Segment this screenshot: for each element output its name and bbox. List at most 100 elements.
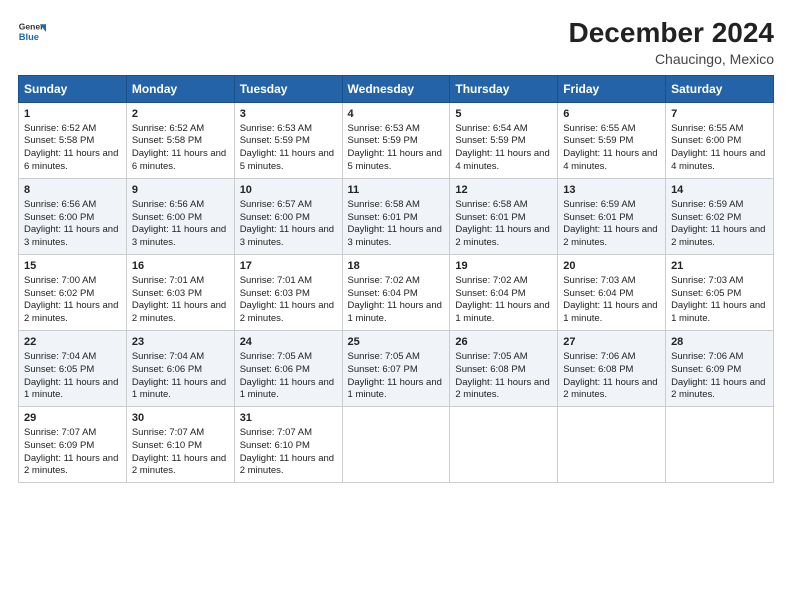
sunrise-text: Sunrise: 6:58 AM bbox=[348, 199, 445, 212]
sunrise-text: Sunrise: 7:06 AM bbox=[563, 351, 660, 364]
sunrise-text: Sunrise: 6:54 AM bbox=[455, 123, 552, 136]
daylight-text: Daylight: 11 hours and 4 minutes. bbox=[563, 148, 660, 174]
daylight-text: Daylight: 11 hours and 1 minute. bbox=[132, 377, 229, 403]
daylight-text: Daylight: 11 hours and 1 minute. bbox=[24, 377, 121, 403]
sunset-text: Sunset: 6:04 PM bbox=[563, 288, 660, 301]
header: General Blue December 2024 Chaucingo, Me… bbox=[18, 18, 774, 67]
daylight-text: Daylight: 11 hours and 4 minutes. bbox=[455, 148, 552, 174]
day-number: 12 bbox=[455, 183, 552, 198]
sunset-text: Sunset: 6:00 PM bbox=[132, 212, 229, 225]
week-row-2: 8Sunrise: 6:56 AMSunset: 6:00 PMDaylight… bbox=[19, 178, 774, 254]
sunset-text: Sunset: 6:10 PM bbox=[240, 440, 337, 453]
sunrise-text: Sunrise: 6:53 AM bbox=[348, 123, 445, 136]
day-number: 30 bbox=[132, 411, 229, 426]
sunset-text: Sunset: 5:59 PM bbox=[563, 135, 660, 148]
daylight-text: Daylight: 11 hours and 2 minutes. bbox=[24, 453, 121, 479]
week-row-5: 29Sunrise: 7:07 AMSunset: 6:09 PMDayligh… bbox=[19, 407, 774, 483]
sunset-text: Sunset: 6:04 PM bbox=[348, 288, 445, 301]
sunrise-text: Sunrise: 7:02 AM bbox=[348, 275, 445, 288]
daylight-text: Daylight: 11 hours and 6 minutes. bbox=[132, 148, 229, 174]
sunset-text: Sunset: 6:00 PM bbox=[671, 135, 768, 148]
calendar-cell: 5Sunrise: 6:54 AMSunset: 5:59 PMDaylight… bbox=[450, 102, 558, 178]
daylight-text: Daylight: 11 hours and 2 minutes. bbox=[240, 453, 337, 479]
daylight-text: Daylight: 11 hours and 5 minutes. bbox=[240, 148, 337, 174]
sunrise-text: Sunrise: 7:04 AM bbox=[24, 351, 121, 364]
sunset-text: Sunset: 6:07 PM bbox=[348, 364, 445, 377]
sunrise-text: Sunrise: 7:05 AM bbox=[455, 351, 552, 364]
daylight-text: Daylight: 11 hours and 6 minutes. bbox=[24, 148, 121, 174]
calendar-cell: 29Sunrise: 7:07 AMSunset: 6:09 PMDayligh… bbox=[19, 407, 127, 483]
sunrise-text: Sunrise: 6:58 AM bbox=[455, 199, 552, 212]
day-number: 3 bbox=[240, 107, 337, 122]
calendar-cell: 28Sunrise: 7:06 AMSunset: 6:09 PMDayligh… bbox=[666, 331, 774, 407]
sunrise-text: Sunrise: 7:04 AM bbox=[132, 351, 229, 364]
sunset-text: Sunset: 6:03 PM bbox=[132, 288, 229, 301]
col-thursday: Thursday bbox=[450, 75, 558, 102]
daylight-text: Daylight: 11 hours and 1 minute. bbox=[563, 300, 660, 326]
day-number: 16 bbox=[132, 259, 229, 274]
sunrise-text: Sunrise: 6:55 AM bbox=[671, 123, 768, 136]
sunset-text: Sunset: 6:09 PM bbox=[671, 364, 768, 377]
calendar-cell: 18Sunrise: 7:02 AMSunset: 6:04 PMDayligh… bbox=[342, 254, 450, 330]
day-number: 21 bbox=[671, 259, 768, 274]
calendar-cell: 6Sunrise: 6:55 AMSunset: 5:59 PMDaylight… bbox=[558, 102, 666, 178]
daylight-text: Daylight: 11 hours and 4 minutes. bbox=[671, 148, 768, 174]
day-number: 26 bbox=[455, 335, 552, 350]
daylight-text: Daylight: 11 hours and 2 minutes. bbox=[455, 377, 552, 403]
calendar-cell: 24Sunrise: 7:05 AMSunset: 6:06 PMDayligh… bbox=[234, 331, 342, 407]
daylight-text: Daylight: 11 hours and 2 minutes. bbox=[563, 224, 660, 250]
sunset-text: Sunset: 6:08 PM bbox=[563, 364, 660, 377]
col-wednesday: Wednesday bbox=[342, 75, 450, 102]
calendar-cell: 19Sunrise: 7:02 AMSunset: 6:04 PMDayligh… bbox=[450, 254, 558, 330]
sunrise-text: Sunrise: 6:55 AM bbox=[563, 123, 660, 136]
sunrise-text: Sunrise: 7:01 AM bbox=[132, 275, 229, 288]
day-number: 15 bbox=[24, 259, 121, 274]
daylight-text: Daylight: 11 hours and 5 minutes. bbox=[348, 148, 445, 174]
sunset-text: Sunset: 6:10 PM bbox=[132, 440, 229, 453]
sunrise-text: Sunrise: 7:05 AM bbox=[240, 351, 337, 364]
logo-icon: General Blue bbox=[18, 18, 46, 46]
sunset-text: Sunset: 6:00 PM bbox=[240, 212, 337, 225]
calendar-cell: 11Sunrise: 6:58 AMSunset: 6:01 PMDayligh… bbox=[342, 178, 450, 254]
day-number: 11 bbox=[348, 183, 445, 198]
sunset-text: Sunset: 6:02 PM bbox=[671, 212, 768, 225]
sunrise-text: Sunrise: 7:06 AM bbox=[671, 351, 768, 364]
sunset-text: Sunset: 5:58 PM bbox=[24, 135, 121, 148]
daylight-text: Daylight: 11 hours and 2 minutes. bbox=[455, 224, 552, 250]
sunset-text: Sunset: 6:05 PM bbox=[671, 288, 768, 301]
svg-text:Blue: Blue bbox=[19, 32, 39, 42]
page-container: General Blue December 2024 Chaucingo, Me… bbox=[0, 0, 792, 493]
day-number: 7 bbox=[671, 107, 768, 122]
col-monday: Monday bbox=[126, 75, 234, 102]
day-number: 31 bbox=[240, 411, 337, 426]
daylight-text: Daylight: 11 hours and 2 minutes. bbox=[563, 377, 660, 403]
calendar-cell: 31Sunrise: 7:07 AMSunset: 6:10 PMDayligh… bbox=[234, 407, 342, 483]
header-row: Sunday Monday Tuesday Wednesday Thursday… bbox=[19, 75, 774, 102]
sunrise-text: Sunrise: 7:00 AM bbox=[24, 275, 121, 288]
sunset-text: Sunset: 6:02 PM bbox=[24, 288, 121, 301]
logo: General Blue bbox=[18, 18, 46, 46]
calendar-cell: 27Sunrise: 7:06 AMSunset: 6:08 PMDayligh… bbox=[558, 331, 666, 407]
sunset-text: Sunset: 6:08 PM bbox=[455, 364, 552, 377]
day-number: 18 bbox=[348, 259, 445, 274]
calendar-cell: 17Sunrise: 7:01 AMSunset: 6:03 PMDayligh… bbox=[234, 254, 342, 330]
day-number: 5 bbox=[455, 107, 552, 122]
day-number: 6 bbox=[563, 107, 660, 122]
daylight-text: Daylight: 11 hours and 3 minutes. bbox=[240, 224, 337, 250]
sunset-text: Sunset: 6:06 PM bbox=[132, 364, 229, 377]
daylight-text: Daylight: 11 hours and 2 minutes. bbox=[132, 300, 229, 326]
day-number: 28 bbox=[671, 335, 768, 350]
sunrise-text: Sunrise: 7:02 AM bbox=[455, 275, 552, 288]
sunset-text: Sunset: 5:58 PM bbox=[132, 135, 229, 148]
daylight-text: Daylight: 11 hours and 1 minute. bbox=[348, 377, 445, 403]
calendar-cell: 30Sunrise: 7:07 AMSunset: 6:10 PMDayligh… bbox=[126, 407, 234, 483]
sunrise-text: Sunrise: 6:53 AM bbox=[240, 123, 337, 136]
calendar-cell: 16Sunrise: 7:01 AMSunset: 6:03 PMDayligh… bbox=[126, 254, 234, 330]
daylight-text: Daylight: 11 hours and 3 minutes. bbox=[24, 224, 121, 250]
daylight-text: Daylight: 11 hours and 1 minute. bbox=[671, 300, 768, 326]
calendar-cell: 3Sunrise: 6:53 AMSunset: 5:59 PMDaylight… bbox=[234, 102, 342, 178]
daylight-text: Daylight: 11 hours and 3 minutes. bbox=[348, 224, 445, 250]
calendar-cell: 10Sunrise: 6:57 AMSunset: 6:00 PMDayligh… bbox=[234, 178, 342, 254]
calendar-cell: 8Sunrise: 6:56 AMSunset: 6:00 PMDaylight… bbox=[19, 178, 127, 254]
calendar-cell: 4Sunrise: 6:53 AMSunset: 5:59 PMDaylight… bbox=[342, 102, 450, 178]
